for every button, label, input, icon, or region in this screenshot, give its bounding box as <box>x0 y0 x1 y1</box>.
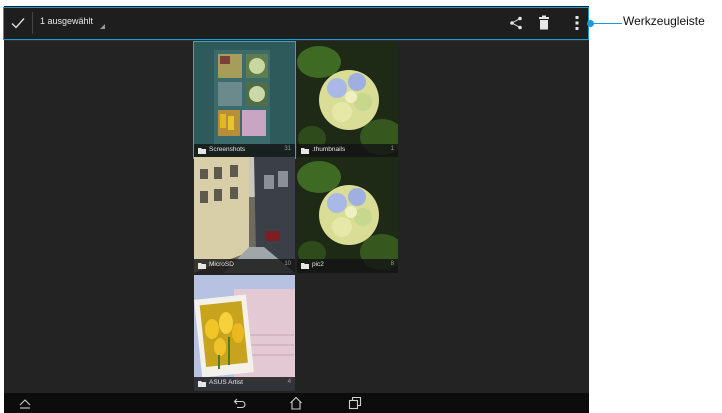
album-tile-screenshots[interactable]: Screenshots 31 <box>193 41 296 159</box>
album-name: MicroSD <box>209 261 234 268</box>
callout-leader-line <box>590 23 622 24</box>
album-tile-microsd[interactable]: MicroSD 10 <box>194 157 295 273</box>
album-name: ASUS Artist <box>209 379 243 386</box>
system-nav-bar <box>4 393 589 413</box>
folder-icon <box>301 148 309 154</box>
home-icon[interactable] <box>289 396 303 410</box>
album-tile-thumbnails[interactable]: .thumbnails 1 <box>297 42 398 158</box>
album-name: Screenshots <box>209 146 246 153</box>
album-name: .thumbnails <box>312 146 346 153</box>
recent-apps-icon[interactable] <box>348 396 362 410</box>
collapse-icon[interactable] <box>18 396 32 410</box>
album-tile-asus-artist[interactable]: ASUS Artist 4 <box>194 275 295 391</box>
album-caption: ASUS Artist 4 <box>194 377 295 391</box>
callout-label: Werkzeugleiste <box>623 14 705 28</box>
album-caption: pic2 8 <box>297 259 398 273</box>
album-caption: Screenshots 31 <box>194 144 295 158</box>
folder-icon <box>198 263 206 269</box>
folder-icon <box>198 381 206 387</box>
album-tile-pic2[interactable]: pic2 8 <box>297 157 398 273</box>
toolbar-highlight-frame <box>3 7 589 40</box>
folder-icon <box>301 263 309 269</box>
album-count: 10 <box>284 261 291 267</box>
album-caption: MicroSD 10 <box>194 259 295 273</box>
album-name: pic2 <box>312 261 324 268</box>
back-icon[interactable] <box>233 396 247 410</box>
album-thumbnail <box>194 157 295 273</box>
album-thumbnail <box>194 275 295 391</box>
album-count: 31 <box>284 146 291 152</box>
tablet-screen: 1 ausgewählt Screenshots 31 .thumbnails … <box>4 6 589 413</box>
album-thumbnail <box>194 42 295 158</box>
album-count: 1 <box>390 146 394 152</box>
album-thumbnail <box>297 157 398 273</box>
album-caption: .thumbnails 1 <box>297 144 398 158</box>
album-count: 4 <box>287 379 291 385</box>
album-count: 8 <box>390 261 394 267</box>
album-thumbnail <box>297 42 398 158</box>
folder-icon <box>198 148 206 154</box>
